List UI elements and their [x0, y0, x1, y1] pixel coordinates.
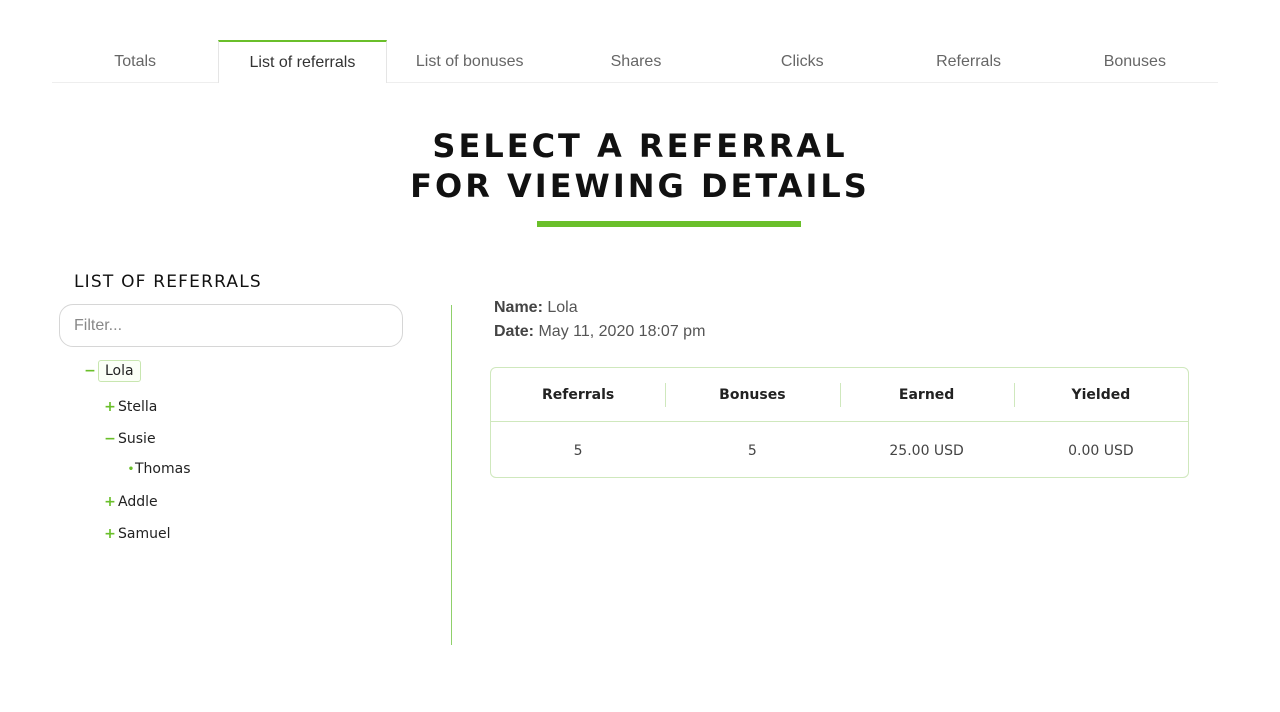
tab-totals[interactable]: Totals	[52, 40, 218, 82]
tree-node-label[interactable]: Stella	[118, 399, 157, 415]
panel-divider	[451, 305, 452, 645]
expand-icon[interactable]: +	[104, 526, 116, 542]
value-referrals: 5	[573, 442, 583, 459]
name-label: Name:	[494, 299, 543, 316]
tree-node-susie[interactable]: − Susie	[104, 431, 156, 447]
header-referrals: Referrals	[542, 386, 615, 403]
tree-node-stella[interactable]: + Stella	[104, 399, 157, 415]
tab-shares[interactable]: Shares	[553, 40, 719, 82]
tree-node-samuel[interactable]: + Samuel	[104, 526, 170, 542]
tree-node-addle[interactable]: + Addle	[104, 494, 158, 510]
title-underline	[537, 221, 801, 227]
tree-node-lola[interactable]: − Lola	[84, 360, 141, 382]
date-value: May 11, 2020 18:07 pm	[538, 323, 706, 340]
page-title-line-2: FOR VIEWING DETAILS	[410, 167, 870, 205]
tree-node-label[interactable]: Lola	[98, 360, 141, 382]
tab-bar: Totals List of referrals List of bonuses…	[52, 40, 1218, 83]
header-bonuses: Bonuses	[665, 368, 839, 421]
referral-date: Date: May 11, 2020 18:07 pm	[494, 323, 705, 341]
collapse-icon[interactable]: −	[84, 363, 96, 379]
date-label: Date:	[494, 323, 535, 340]
referrals-list-heading: LIST OF REFERRALS	[74, 272, 262, 292]
table-header-row: Referrals Bonuses Earned Yielded	[491, 368, 1188, 422]
value-bonuses: 5	[747, 442, 757, 459]
name-value: Lola	[547, 299, 578, 316]
collapse-icon[interactable]: −	[104, 431, 116, 447]
tab-list-of-bonuses[interactable]: List of bonuses	[387, 40, 553, 82]
page-title-line-1: SELECT A REFERRAL	[432, 127, 848, 165]
page-title: SELECT A REFERRAL FOR VIEWING DETAILS	[0, 126, 1280, 206]
tree-node-label[interactable]: Susie	[118, 431, 156, 447]
tab-clicks[interactable]: Clicks	[719, 40, 885, 82]
header-yielded: Yielded	[1013, 368, 1188, 421]
value-earned: 25.00 USD	[889, 442, 964, 459]
referral-name: Name: Lola	[494, 299, 578, 317]
expand-icon[interactable]: +	[104, 494, 116, 510]
filter-input[interactable]	[59, 304, 403, 347]
leaf-bullet-icon: •	[127, 463, 135, 475]
tab-referrals[interactable]: Referrals	[885, 40, 1051, 82]
tab-bonuses[interactable]: Bonuses	[1052, 40, 1218, 82]
tree-node-label[interactable]: Samuel	[118, 526, 170, 542]
table-row: 5 5 25.00 USD 0.00 USD	[491, 422, 1188, 479]
referral-stats-table: Referrals Bonuses Earned Yielded 5 5 25.…	[490, 367, 1189, 478]
header-earned: Earned	[839, 368, 1014, 421]
tree-node-label[interactable]: Thomas	[135, 461, 191, 477]
expand-icon[interactable]: +	[104, 399, 116, 415]
tree-node-label[interactable]: Addle	[118, 494, 158, 510]
value-yielded: 0.00 USD	[1068, 442, 1134, 459]
tab-list-of-referrals[interactable]: List of referrals	[218, 40, 387, 83]
tree-node-thomas[interactable]: • Thomas	[127, 461, 191, 477]
